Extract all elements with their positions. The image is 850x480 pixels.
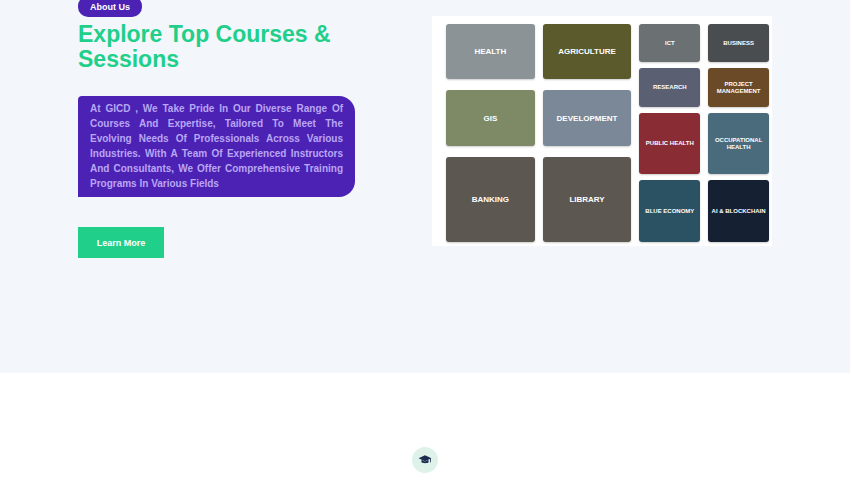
course-tile[interactable]: BLUE ECONOMY xyxy=(639,180,700,242)
course-label: BANKING xyxy=(470,195,511,204)
course-label: AI & BLOCKCHAIN xyxy=(710,208,768,215)
course-tile[interactable]: LIBRARY xyxy=(543,157,632,242)
course-tile[interactable]: AI & BLOCKCHAIN xyxy=(708,180,769,242)
course-column: ICT RESEARCH PUBLIC HEALTH BLUE ECONOMY xyxy=(639,24,700,244)
course-tile[interactable]: HEALTH xyxy=(446,24,535,79)
course-grid: HEALTH GIS BANKING AGRICULTURE DEVELOPMENT LI… xyxy=(432,16,772,246)
course-label: LIBRARY xyxy=(567,195,606,204)
course-tile[interactable]: ICT xyxy=(639,24,700,62)
next-section xyxy=(0,373,850,480)
section-heading: Explore Top Courses & Sessions xyxy=(78,22,358,72)
course-tile[interactable]: BUSINESS xyxy=(708,24,769,62)
course-column: HEALTH GIS BANKING xyxy=(446,24,535,244)
course-column: AGRICULTURE DEVELOPMENT LIBRARY xyxy=(543,24,632,244)
about-content: About Us Explore Top Courses & Sessions At… xyxy=(78,0,432,373)
graduation-cap-icon-svg xyxy=(418,453,432,467)
course-tile[interactable]: OCCUPATIONAL HEALTH xyxy=(708,113,769,174)
course-column: BUSINESS PROJECT MANAGEMENT OCCUPATIONAL H… xyxy=(708,24,769,244)
about-badge: About Us xyxy=(78,0,142,17)
course-label: PROJECT MANAGEMENT xyxy=(708,81,769,95)
about-section: About Us Explore Top Courses & Sessions At… xyxy=(0,0,850,373)
course-tile[interactable]: GIS xyxy=(446,90,535,146)
description-box: At GICD , We Take Pride In Our Diverse R… xyxy=(78,96,355,197)
course-label: BUSINESS xyxy=(721,40,756,47)
graduation-cap-icon xyxy=(412,447,438,473)
course-label: DEVELOPMENT xyxy=(555,114,620,123)
course-tile[interactable]: PROJECT MANAGEMENT xyxy=(708,68,769,107)
course-label: OCCUPATIONAL HEALTH xyxy=(708,137,769,151)
course-tile[interactable]: BANKING xyxy=(446,157,535,242)
course-tile[interactable]: DEVELOPMENT xyxy=(543,90,632,146)
course-label: RESEARCH xyxy=(651,84,689,91)
course-label: BLUE ECONOMY xyxy=(643,208,696,215)
page: About Us Explore Top Courses & Sessions At… xyxy=(0,0,850,480)
course-tile[interactable]: RESEARCH xyxy=(639,68,700,107)
course-label: PUBLIC HEALTH xyxy=(644,140,696,147)
learn-more-button[interactable]: Learn More xyxy=(78,227,164,258)
course-label: ICT xyxy=(663,40,677,47)
course-label: GIS xyxy=(481,114,499,123)
course-tile[interactable]: AGRICULTURE xyxy=(543,24,632,79)
course-label: AGRICULTURE xyxy=(556,47,618,56)
course-tile[interactable]: PUBLIC HEALTH xyxy=(639,113,700,174)
course-label: HEALTH xyxy=(472,47,508,56)
